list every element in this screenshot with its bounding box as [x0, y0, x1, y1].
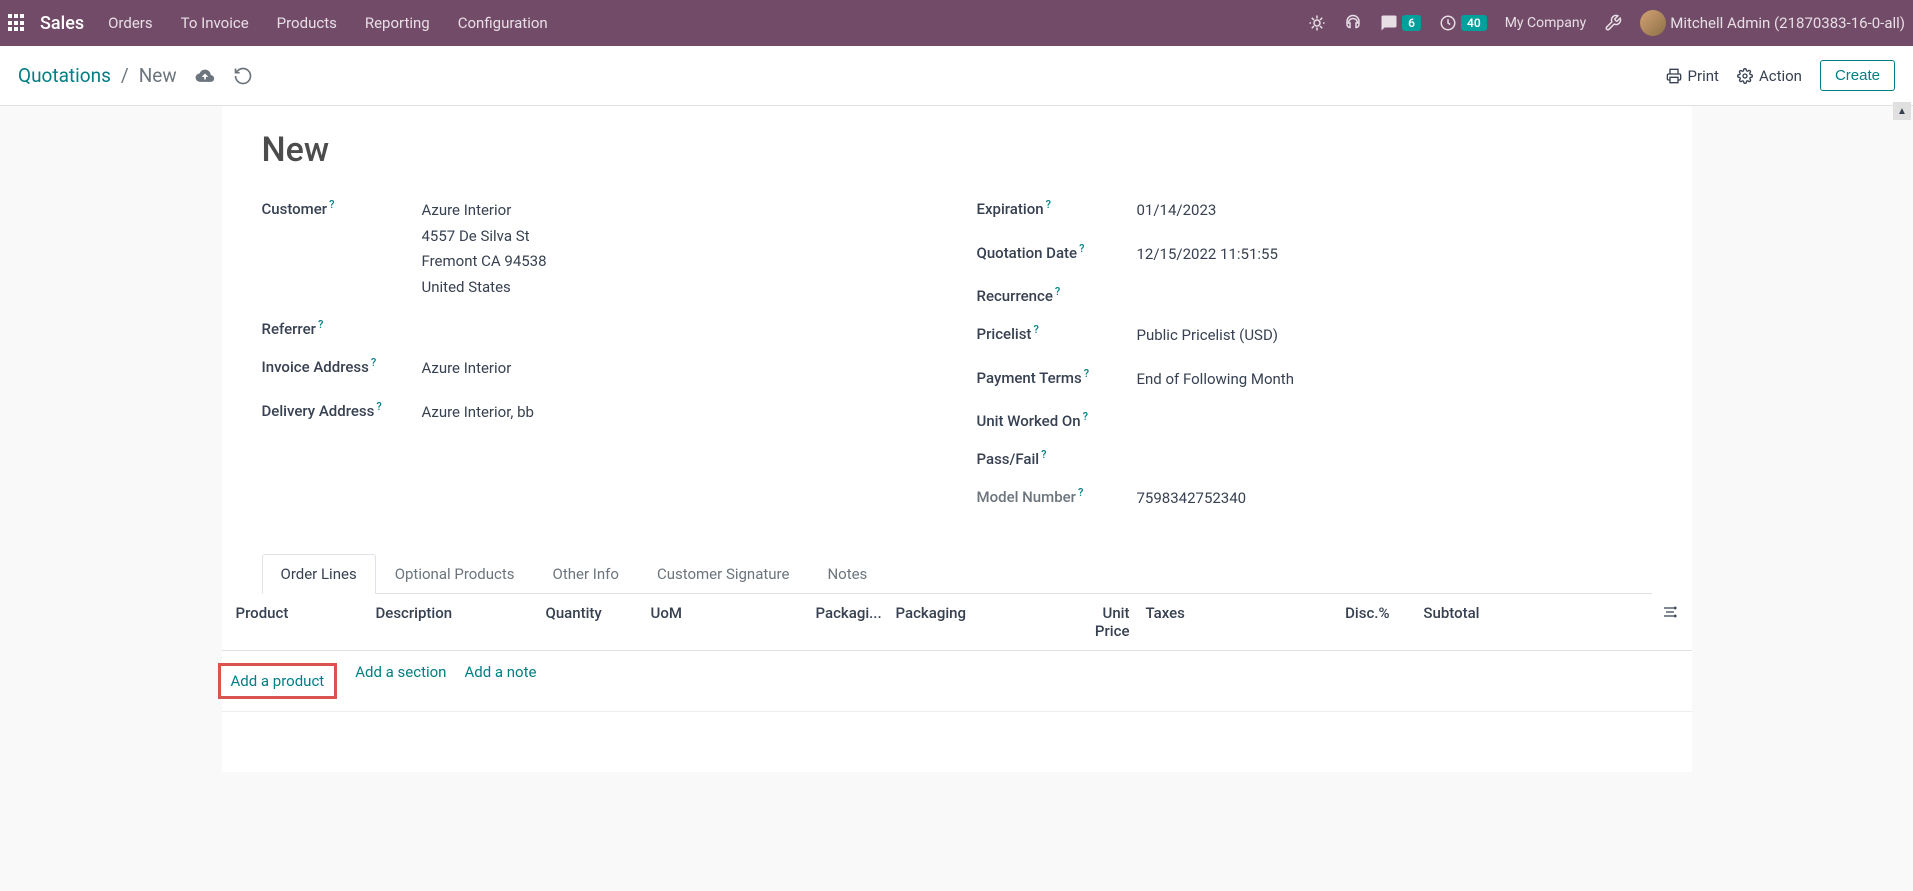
add-section-link[interactable]: Add a section: [355, 663, 446, 699]
add-note-link[interactable]: Add a note: [464, 663, 536, 699]
form-right-col: Expiration? 01/14/2023 Quotation Date? 1…: [977, 198, 1652, 530]
quotation-date-value[interactable]: 12/15/2022 11:51:55: [1137, 242, 1652, 268]
action-button[interactable]: Action: [1737, 67, 1802, 85]
help-icon[interactable]: ?: [1078, 486, 1083, 499]
breadcrumb-sep: /: [121, 64, 129, 87]
activities-badge: 40: [1461, 15, 1487, 31]
nav-to-invoice[interactable]: To Invoice: [181, 14, 249, 32]
tab-customer-signature[interactable]: Customer Signature: [638, 554, 809, 593]
discard-icon[interactable]: [233, 66, 253, 86]
activities-icon[interactable]: 40: [1439, 14, 1487, 32]
tab-other-info[interactable]: Other Info: [534, 554, 638, 593]
referrer-label: Referrer?: [262, 318, 422, 338]
invoice-address-value[interactable]: Azure Interior: [422, 356, 937, 382]
tabs: Order Lines Optional Products Other Info…: [262, 554, 1652, 594]
user-label: Mitchell Admin (21870383-16-0-all): [1670, 14, 1905, 32]
nav-right: 6 40 My Company Mitchell Admin (21870383…: [1308, 10, 1905, 36]
model-number-label: Model Number?: [977, 486, 1137, 506]
debug-tools-icon[interactable]: [1604, 14, 1622, 32]
user-menu[interactable]: Mitchell Admin (21870383-16-0-all): [1640, 10, 1905, 36]
nav-configuration[interactable]: Configuration: [458, 14, 548, 32]
form-sheet: New Customer? Azure Interior 4557 De Sil…: [222, 106, 1692, 772]
top-navbar: Sales Orders To Invoice Products Reporti…: [0, 0, 1913, 46]
nav-products[interactable]: Products: [277, 14, 337, 32]
breadcrumb: Quotations / New: [18, 64, 253, 87]
messages-icon[interactable]: 6: [1380, 14, 1421, 32]
help-icon[interactable]: ?: [1079, 242, 1084, 255]
th-subtotal[interactable]: Subtotal: [1398, 604, 1488, 640]
th-product[interactable]: Product: [228, 604, 368, 640]
th-uom[interactable]: UoM: [643, 604, 808, 640]
delivery-address-label: Delivery Address?: [262, 400, 422, 420]
help-icon[interactable]: ?: [1084, 367, 1089, 380]
add-product-link[interactable]: Add a product: [231, 672, 325, 690]
th-taxes[interactable]: Taxes: [1138, 604, 1308, 640]
help-icon[interactable]: ?: [1055, 285, 1060, 298]
delivery-address-value[interactable]: Azure Interior, bb: [422, 400, 937, 426]
breadcrumb-root[interactable]: Quotations: [18, 64, 111, 87]
unit-worked-label: Unit Worked On?: [977, 410, 1137, 430]
print-button[interactable]: Print: [1666, 67, 1719, 85]
order-lines-table: Product Description Quantity UoM Packagi…: [222, 594, 1692, 772]
bug-icon[interactable]: [1308, 14, 1326, 32]
tab-order-lines[interactable]: Order Lines: [262, 554, 376, 594]
print-label: Print: [1688, 67, 1719, 85]
form-left-col: Customer? Azure Interior 4557 De Silva S…: [262, 198, 937, 530]
company-label: My Company: [1505, 15, 1587, 31]
scroll-up-icon[interactable]: ▲: [1893, 102, 1911, 120]
customer-value[interactable]: Azure Interior 4557 De Silva St Fremont …: [422, 198, 937, 300]
customer-label: Customer?: [262, 198, 422, 218]
toolbar-right: Print Action Create: [1666, 60, 1895, 91]
control-panel: Quotations / New Print Action Create: [0, 46, 1913, 106]
pricelist-label: Pricelist?: [977, 323, 1137, 343]
table-row: Add a product Add a section Add a note: [222, 651, 1692, 712]
help-icon[interactable]: ?: [318, 318, 323, 331]
company-switcher[interactable]: My Company: [1505, 15, 1587, 31]
help-icon[interactable]: ?: [1033, 323, 1038, 336]
tab-notes[interactable]: Notes: [808, 554, 886, 593]
highlight-box: Add a product: [218, 663, 338, 699]
expiration-label: Expiration?: [977, 198, 1137, 218]
help-icon[interactable]: ?: [371, 356, 376, 369]
avatar: [1640, 10, 1666, 36]
breadcrumb-current: New: [139, 64, 177, 87]
action-label: Action: [1759, 67, 1802, 85]
pricelist-value[interactable]: Public Pricelist (USD): [1137, 323, 1652, 349]
help-icon[interactable]: ?: [1083, 410, 1088, 423]
payment-terms-value[interactable]: End of Following Month: [1137, 367, 1652, 393]
apps-icon[interactable]: [8, 14, 26, 32]
invoice-address-label: Invoice Address?: [262, 356, 422, 376]
support-icon[interactable]: [1344, 14, 1362, 32]
th-description[interactable]: Description: [368, 604, 538, 640]
th-unit-price[interactable]: Unit Price: [1058, 604, 1138, 640]
expiration-value[interactable]: 01/14/2023: [1137, 198, 1652, 224]
help-icon[interactable]: ?: [1046, 198, 1051, 211]
app-brand[interactable]: Sales: [40, 13, 84, 34]
nav-reporting[interactable]: Reporting: [365, 14, 430, 32]
recurrence-label: Recurrence?: [977, 285, 1137, 305]
nav-orders[interactable]: Orders: [108, 14, 153, 32]
nav-menu: Orders To Invoice Products Reporting Con…: [108, 14, 1308, 32]
tab-optional-products[interactable]: Optional Products: [376, 554, 534, 593]
table-header: Product Description Quantity UoM Packagi…: [222, 594, 1692, 651]
th-disc[interactable]: Disc.%: [1308, 604, 1398, 640]
th-packaging[interactable]: Packaging: [888, 604, 1058, 640]
help-icon[interactable]: ?: [376, 400, 381, 413]
payment-terms-label: Payment Terms?: [977, 367, 1137, 387]
help-icon[interactable]: ?: [329, 198, 334, 211]
help-icon[interactable]: ?: [1041, 448, 1046, 461]
th-options[interactable]: [1488, 604, 1686, 640]
th-packaging-qty[interactable]: Packagi...: [808, 604, 888, 640]
page-title: New: [262, 130, 1652, 170]
model-number-value[interactable]: 7598342752340: [1137, 486, 1652, 512]
messages-badge: 6: [1402, 15, 1421, 31]
th-quantity[interactable]: Quantity: [538, 604, 643, 640]
create-button[interactable]: Create: [1820, 60, 1895, 91]
passfail-label: Pass/Fail?: [977, 448, 1137, 468]
cloud-save-icon[interactable]: [195, 66, 215, 86]
quotation-date-label: Quotation Date?: [977, 242, 1137, 262]
